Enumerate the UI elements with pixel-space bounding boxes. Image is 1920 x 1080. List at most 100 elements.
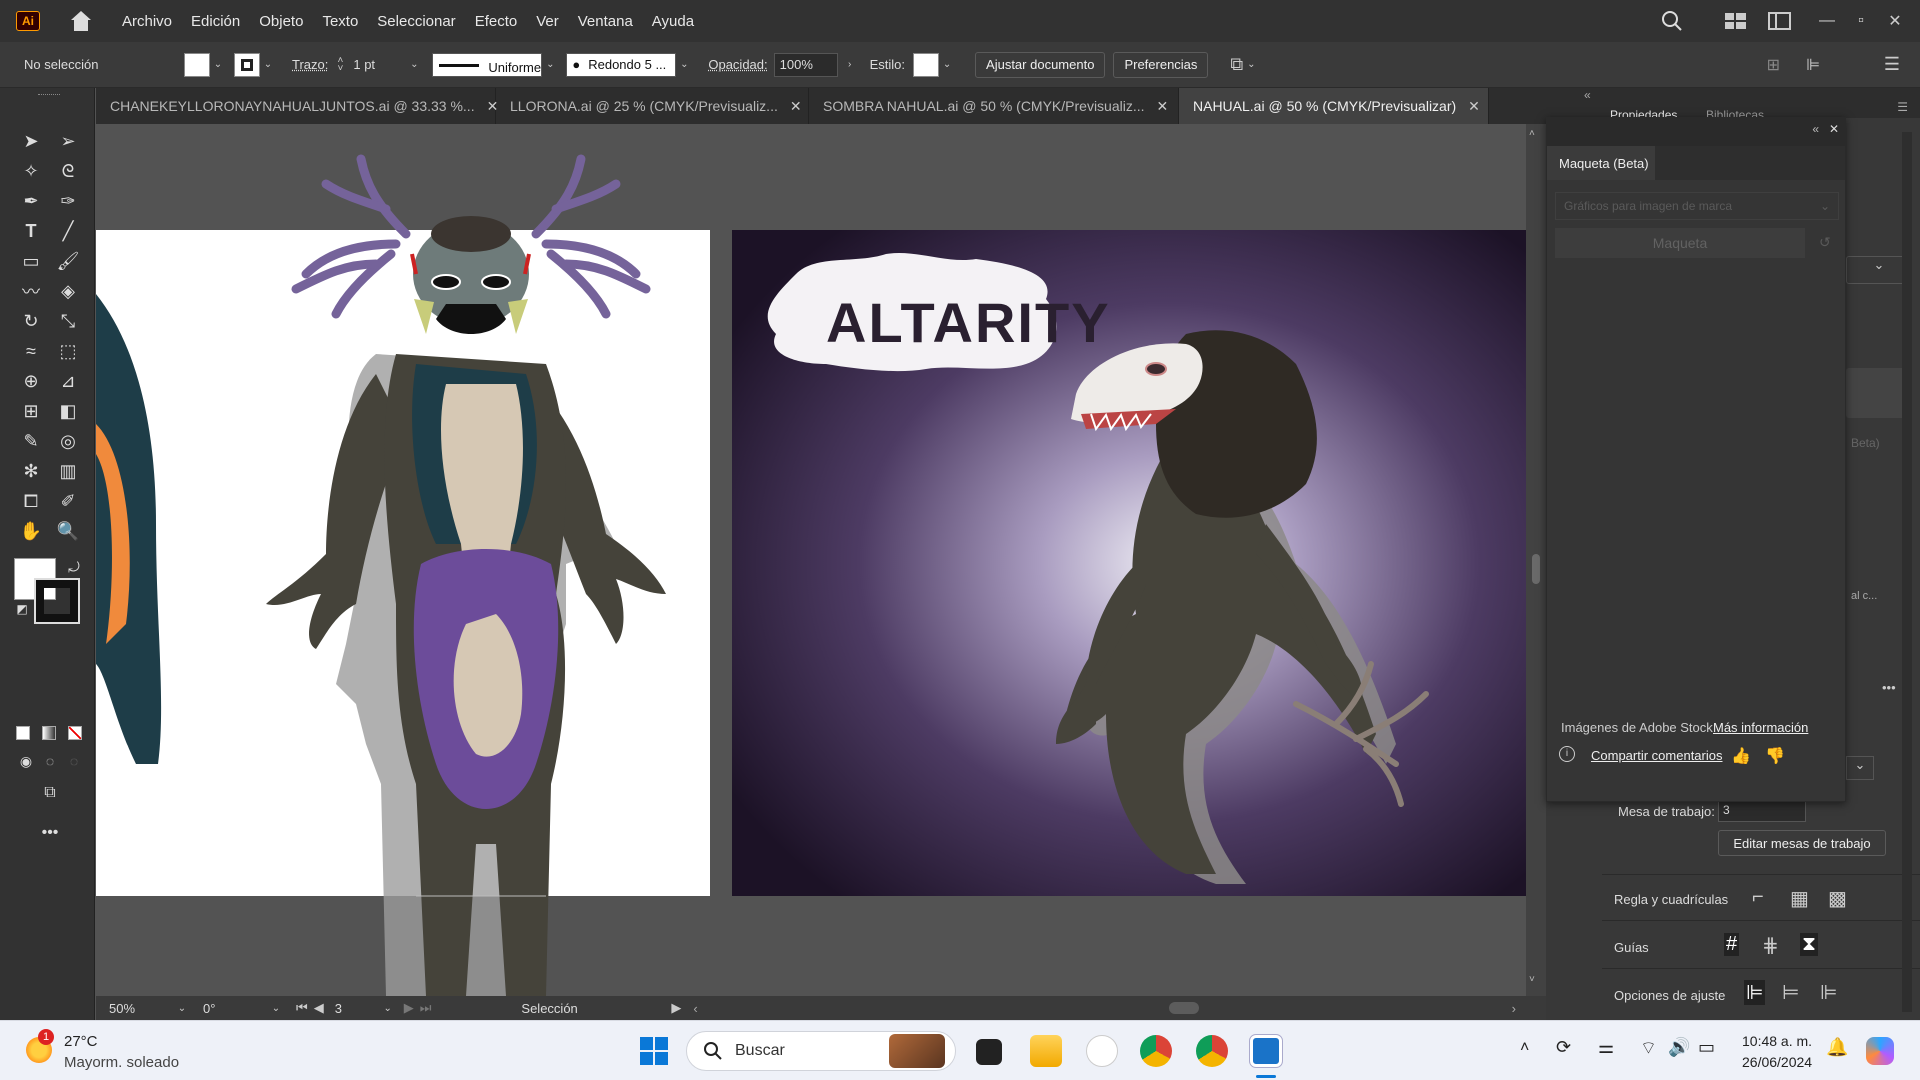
panel-scrollbar[interactable]	[1902, 132, 1912, 1012]
brand-graphics-dropdown[interactable]: Gráficos para imagen de marca ⌄	[1555, 192, 1839, 220]
draw-inside-icon[interactable]: ◌	[60, 748, 88, 774]
tab-maqueta[interactable]: Maqueta (Beta)	[1547, 146, 1655, 180]
snap-point-icon[interactable]: ⊫	[1744, 980, 1766, 1005]
reset-icon[interactable]: ↺	[1819, 234, 1831, 251]
last-artboard-icon[interactable]: ⏭	[420, 1000, 432, 1016]
fill-dropdown[interactable]: ⌄	[210, 53, 226, 77]
menu-efecto[interactable]: Efecto	[475, 13, 518, 30]
panel-options-icon[interactable]: ☰	[1897, 100, 1908, 114]
scroll-down-icon[interactable]: ˅	[1529, 974, 1535, 985]
menu-ventana[interactable]: Ventana	[578, 13, 633, 30]
eyedropper-icon[interactable]: ✎	[17, 428, 45, 454]
menu-archivo[interactable]: Archivo	[122, 13, 172, 30]
tab-llorona[interactable]: LLORONA.ai @ 25 % (CMYK/Previsualiz... ✕	[496, 88, 809, 124]
zoom-dropdown[interactable]: ⌄	[174, 996, 190, 1020]
close-tab-icon[interactable]: ✕	[790, 98, 802, 115]
close-tab-icon[interactable]: ✕	[1468, 98, 1480, 115]
hscroll-left-icon[interactable]: ‹	[693, 1001, 697, 1016]
mesh-tool-icon[interactable]: ⊞	[17, 398, 45, 424]
rotation-input[interactable]: 0°	[198, 996, 268, 1020]
perspective-grid-icon[interactable]: ⊿	[54, 368, 82, 394]
eraser-icon[interactable]: ◈	[54, 278, 82, 304]
opacity-arrow[interactable]: ›	[842, 53, 858, 77]
menu-edicion[interactable]: Edición	[191, 13, 240, 30]
clock-time[interactable]: 10:48 a. m.	[1742, 1033, 1812, 1049]
horizontal-scroll-thumb[interactable]	[1169, 1002, 1199, 1014]
lock-guides-icon[interactable]: ⧗	[1800, 933, 1819, 956]
none-mode-icon[interactable]	[68, 726, 82, 740]
smart-guides-icon[interactable]: ⋕	[1762, 933, 1779, 958]
vertical-scrollbar[interactable]: ˄ ˅	[1526, 124, 1546, 996]
snap-glyph-icon[interactable]: ⊫	[1820, 980, 1837, 1005]
menu-texto[interactable]: Texto	[322, 13, 358, 30]
arrange-dropdown[interactable]: ⌄	[1243, 53, 1259, 77]
color-mode-icon[interactable]	[16, 726, 30, 740]
search-icon[interactable]	[1660, 9, 1684, 33]
artboard-select-dropdown[interactable]: ⌄	[1846, 756, 1874, 780]
workspace-switcher-icon[interactable]	[1724, 11, 1748, 31]
tab-sombra-nahual[interactable]: SOMBRA NAHUAL.ai @ 50 % (CMYK/Previsuali…	[809, 88, 1179, 124]
more-options-icon[interactable]: •••	[1882, 680, 1896, 695]
taskbar-search[interactable]: Buscar	[686, 1031, 956, 1071]
curvature-tool-icon[interactable]: ✑	[54, 188, 82, 214]
slice-tool-icon[interactable]: ✐	[54, 488, 82, 514]
style-swatch[interactable]	[913, 52, 940, 77]
pen-tool-icon[interactable]: ✒	[17, 188, 45, 214]
menu-seleccionar[interactable]: Seleccionar	[377, 13, 455, 30]
transparency-grid-icon[interactable]: ▩	[1828, 886, 1847, 911]
hscroll-right-icon[interactable]: ›	[1512, 1001, 1516, 1016]
shape-builder-icon[interactable]: ⊕	[17, 368, 45, 394]
scroll-up-icon[interactable]: ˄	[1529, 128, 1535, 139]
clock-date[interactable]: 26/06/2024	[1742, 1054, 1812, 1070]
guides-icon[interactable]: #	[1724, 933, 1740, 956]
scale-tool-icon[interactable]: ⤡	[54, 308, 82, 334]
warp-tool-icon[interactable]: ≈	[17, 338, 45, 364]
more-tools-icon[interactable]: •••	[36, 820, 64, 846]
stroke-stepper[interactable]: ˄ ˅	[332, 53, 348, 77]
blend-tool-icon[interactable]: ◎	[54, 428, 82, 454]
stroke-swatch[interactable]	[234, 52, 260, 77]
shaper-tool-icon[interactable]: 〰	[17, 278, 45, 304]
close-panel-icon[interactable]: ✕	[1829, 122, 1839, 136]
preferences-button[interactable]: Preferencias	[1113, 51, 1209, 78]
menu-objeto[interactable]: Objeto	[259, 13, 303, 30]
gradient-tool-icon[interactable]: ◧	[54, 398, 82, 424]
line-tool-icon[interactable]: ╱	[54, 218, 82, 244]
minimize-icon[interactable]: —	[1810, 12, 1844, 30]
tab-nahual[interactable]: NAHUAL.ai @ 50 % (CMYK/Previsualizar) ✕	[1179, 88, 1489, 124]
type-tool-icon[interactable]: T	[17, 218, 45, 244]
maqueta-titlebar[interactable]: « ✕	[1547, 118, 1845, 146]
close-tab-icon[interactable]: ✕	[1157, 98, 1169, 115]
status-menu-icon[interactable]: ▶	[671, 1000, 681, 1016]
chrome-icon[interactable]	[1196, 1035, 1228, 1067]
home-icon[interactable]	[70, 11, 92, 31]
edit-artboards-button[interactable]: Editar mesas de trabajo	[1718, 830, 1886, 856]
gradient-mode-icon[interactable]	[42, 726, 56, 740]
free-transform-icon[interactable]: ⬚	[54, 338, 82, 364]
more-info-link[interactable]: Más información	[1713, 720, 1808, 735]
fit-document-button[interactable]: Ajustar documento	[975, 51, 1106, 78]
battery-icon[interactable]: ▭	[1698, 1037, 1715, 1058]
active-app-icon[interactable]	[1249, 1034, 1283, 1068]
prev-artboard-icon[interactable]: ◀	[314, 1000, 324, 1016]
magic-wand-icon[interactable]: ✧	[17, 158, 45, 184]
rotate-tool-icon[interactable]: ↻	[17, 308, 45, 334]
snap-pixel-icon[interactable]: ⊨	[1782, 980, 1799, 1005]
panel-collapse-icon[interactable]: «	[1584, 88, 1591, 102]
tab-chanekey[interactable]: CHANEKEYLLORONAYNAHUALJUNTOS.ai @ 33.33 …	[96, 88, 498, 124]
screen-mode-icon[interactable]: ⧉	[36, 780, 64, 806]
stroke-dropdown[interactable]: ⌄	[260, 53, 276, 77]
first-artboard-icon[interactable]: ⏮	[296, 1000, 308, 1016]
wifi-icon[interactable]: ⌔	[1640, 1037, 1657, 1060]
rectangle-tool-icon[interactable]: ▭	[17, 248, 45, 274]
stroke-label[interactable]: Trazo:	[292, 57, 328, 72]
copilot-icon[interactable]	[1866, 1037, 1894, 1065]
artboard-number-input[interactable]: 3	[329, 996, 380, 1020]
symbol-sprayer-icon[interactable]: ✻	[17, 458, 45, 484]
canvas[interactable]: ALTARITY	[96, 124, 1526, 996]
grid-icon[interactable]: ▦	[1790, 886, 1809, 911]
profile-dropdown[interactable]: ⌄	[542, 53, 558, 77]
thumbs-up-icon[interactable]: 👍	[1731, 746, 1751, 766]
settings-sliders-icon[interactable]: ⚌	[1598, 1037, 1614, 1058]
graph-tool-icon[interactable]: ▥	[54, 458, 82, 484]
